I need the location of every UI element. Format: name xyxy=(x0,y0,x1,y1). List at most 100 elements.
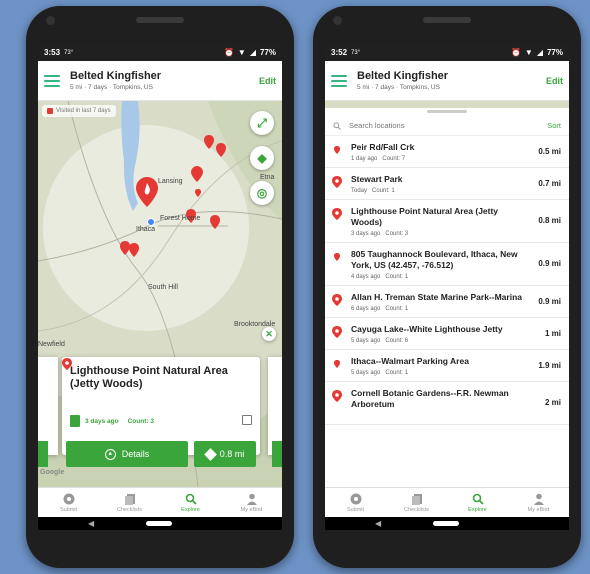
sort-button[interactable]: Sort xyxy=(547,121,561,130)
edit-button[interactable]: Edit xyxy=(546,76,563,86)
last-seen: 5 days ago xyxy=(351,370,381,376)
observation-count: Count: 6 xyxy=(385,338,409,344)
menu-icon[interactable] xyxy=(44,74,60,87)
nav-submit[interactable]: Submit xyxy=(38,488,99,517)
observation-count: Count: 1 xyxy=(385,370,409,376)
alarm-icon: ⏰ xyxy=(510,48,521,57)
nav-label: Explore xyxy=(468,506,487,513)
my-location-button[interactable]: ◎ xyxy=(250,181,274,205)
nav-explore[interactable]: Explore xyxy=(160,488,221,517)
species-name: Belted Kingfisher xyxy=(357,70,449,82)
location-distance: 0.9 mi xyxy=(538,296,561,306)
nav-label: Checklists xyxy=(403,506,430,513)
nav-checklists[interactable]: Checklists xyxy=(386,488,447,517)
location-meta: 4 days ago Count: 1 xyxy=(351,274,527,280)
location-meta: 3 days ago Count: 3 xyxy=(70,415,154,427)
drag-handle[interactable] xyxy=(427,110,467,113)
app-header: Belted Kingfisher 5 mi · 7 days · Tompki… xyxy=(325,61,569,101)
checklist-icon xyxy=(70,415,80,427)
map-label-newfield: Newfield xyxy=(38,341,65,348)
nav-my-ebird[interactable]: My eBird xyxy=(508,488,569,517)
location-meta: Today Count: 1 xyxy=(351,188,527,194)
location-row[interactable]: Allan H. Treman State Marine Park--Marin… xyxy=(325,286,569,318)
close-icon: ✕ xyxy=(265,328,273,339)
profile-icon xyxy=(246,493,258,505)
menu-icon[interactable] xyxy=(331,74,347,87)
species-name: Belted Kingfisher xyxy=(70,70,162,82)
profile-icon xyxy=(533,493,545,505)
nav-label: My eBird xyxy=(527,506,550,513)
last-seen: 1 day ago xyxy=(351,156,378,162)
location-row[interactable]: Cornell Botanic Gardens--F.R. Newman Arb… xyxy=(325,382,569,425)
filter-info: 5 mi · 7 days · Tompkins, US xyxy=(70,84,153,91)
nav-label: Explore xyxy=(181,506,200,513)
directions-icon xyxy=(203,447,217,461)
location-distance: 1.9 mi xyxy=(538,360,561,370)
nav-checklists[interactable]: Checklists xyxy=(99,488,160,517)
next-card-button-peek[interactable] xyxy=(272,441,282,467)
alarm-icon: ⏰ xyxy=(223,48,234,57)
location-row[interactable]: Lighthouse Point Natural Area (Jetty Woo… xyxy=(325,200,569,243)
map-strip[interactable] xyxy=(325,101,569,108)
location-distance: 0.5 mi xyxy=(538,146,561,156)
front-camera xyxy=(46,16,55,25)
species-info[interactable]: Belted Kingfisher 5 mi · 7 days · Tompki… xyxy=(70,70,161,91)
app-header: Belted Kingfisher 5 mi · 7 days · Tompki… xyxy=(38,61,282,101)
back-icon[interactable]: ◀ xyxy=(88,519,94,528)
checklists-icon xyxy=(411,493,423,505)
hotspot-pin-icon xyxy=(332,294,342,306)
nav-explore[interactable]: Explore xyxy=(447,488,508,517)
location-row[interactable]: 805 Taughannock Boulevard, Ithaca, New Y… xyxy=(325,243,569,286)
home-button[interactable] xyxy=(433,521,459,526)
prev-card-button-peek[interactable] xyxy=(38,441,48,467)
front-camera xyxy=(333,16,342,25)
details-button[interactable]: ▲ Details xyxy=(66,441,188,467)
location-row[interactable]: Peir Rd/Fall Crk 1 day ago Count: 7 0.5 mi xyxy=(325,136,569,168)
location-row[interactable]: Stewart Park Today Count: 1 0.7 mi xyxy=(325,168,569,200)
bottom-navigation: Submit Checklists Explore My eBird xyxy=(325,487,569,517)
search-input[interactable] xyxy=(349,121,548,130)
location-meta: 6 days ago Count: 1 xyxy=(351,306,527,312)
nav-submit[interactable]: Submit xyxy=(325,488,386,517)
close-card-button[interactable]: ✕ xyxy=(262,327,276,341)
location-name: Peir Rd/Fall Crk xyxy=(351,142,415,152)
home-button[interactable] xyxy=(146,521,172,526)
share-icon[interactable] xyxy=(242,415,252,425)
hotspot-pin-icon xyxy=(62,358,72,370)
species-info[interactable]: Belted Kingfisher 5 mi · 7 days · Tompki… xyxy=(357,70,448,91)
edit-button[interactable]: Edit xyxy=(259,76,276,86)
map-view[interactable]: Visited in last 7 days Lansing Etna Fore… xyxy=(38,101,282,487)
directions-button[interactable]: 0.8 mi xyxy=(194,441,256,467)
last-seen: 3 days ago xyxy=(351,231,381,237)
location-meta xyxy=(351,413,527,419)
battery-level: 77% xyxy=(259,48,276,57)
location-row[interactable]: Cayuga Lake--White Lighthouse Jetty 5 day… xyxy=(325,318,569,350)
directions-distance: 0.8 mi xyxy=(219,449,245,459)
phone-left: 3:53 73° ⏰ ▼ ◢ 77% Belted Kingfisher 5 m… xyxy=(26,6,294,568)
nav-my-ebird[interactable]: My eBird xyxy=(221,488,282,517)
last-seen: 4 days ago xyxy=(351,274,381,280)
map-label-south-hill: South Hill xyxy=(148,284,178,291)
status-temp: 73° xyxy=(64,49,74,56)
last-seen: 5 days ago xyxy=(351,338,381,344)
android-nav-bar: ◀ xyxy=(38,517,282,530)
hotspot-pin-icon xyxy=(332,176,342,188)
layers-icon: ◆ xyxy=(257,151,267,165)
last-seen: 6 days ago xyxy=(351,306,381,312)
location-name: Stewart Park xyxy=(351,174,403,184)
checklists-icon xyxy=(124,493,136,505)
observation-count: Count: 1 xyxy=(385,274,409,280)
status-temp: 73° xyxy=(351,49,361,56)
expand-map-button[interactable]: ⤢ xyxy=(250,111,274,135)
wifi-icon: ▼ xyxy=(524,48,533,57)
observation-count: Count: 1 xyxy=(372,188,395,194)
layers-button[interactable]: ◆ xyxy=(250,146,274,170)
location-row[interactable]: Ithaca--Walmart Parking Area 5 days ago Co… xyxy=(325,350,569,382)
battery-level: 77% xyxy=(546,48,563,57)
wifi-icon: ▼ xyxy=(237,48,246,57)
back-icon[interactable]: ◀ xyxy=(375,519,381,528)
location-distance: 2 mi xyxy=(544,398,561,407)
location-distance: 0.9 mi xyxy=(538,259,561,268)
small-pin-icon xyxy=(334,253,340,261)
explore-icon xyxy=(185,493,197,505)
